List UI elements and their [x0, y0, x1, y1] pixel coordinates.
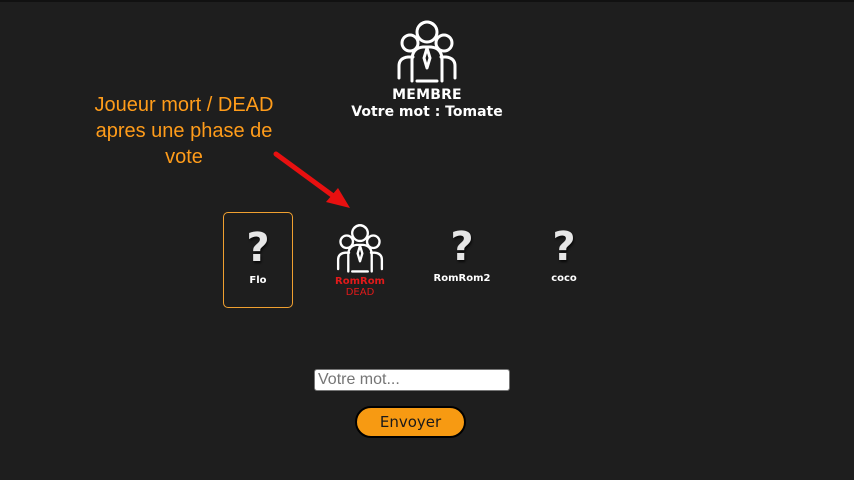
word-input[interactable] — [314, 369, 510, 391]
player-name: coco — [551, 273, 577, 284]
player-name: Flo — [249, 275, 267, 286]
player-name: RomRom — [335, 276, 385, 287]
question-mark-icon: ? — [450, 224, 474, 270]
question-mark-icon: ? — [552, 224, 576, 270]
question-mark-icon: ? — [246, 225, 270, 271]
player-status-badge: DEAD — [345, 287, 375, 298]
send-button[interactable]: Envoyer — [355, 406, 466, 438]
player-name: RomRom2 — [433, 273, 491, 284]
group-people-icon — [336, 224, 384, 273]
player-card-romrom[interactable]: RomRom DEAD — [325, 214, 395, 310]
player-card-flo[interactable]: ? Flo — [223, 212, 293, 308]
player-card-coco[interactable]: ? coco — [529, 212, 599, 308]
player-card-romrom2[interactable]: ? RomRom2 — [427, 212, 497, 308]
